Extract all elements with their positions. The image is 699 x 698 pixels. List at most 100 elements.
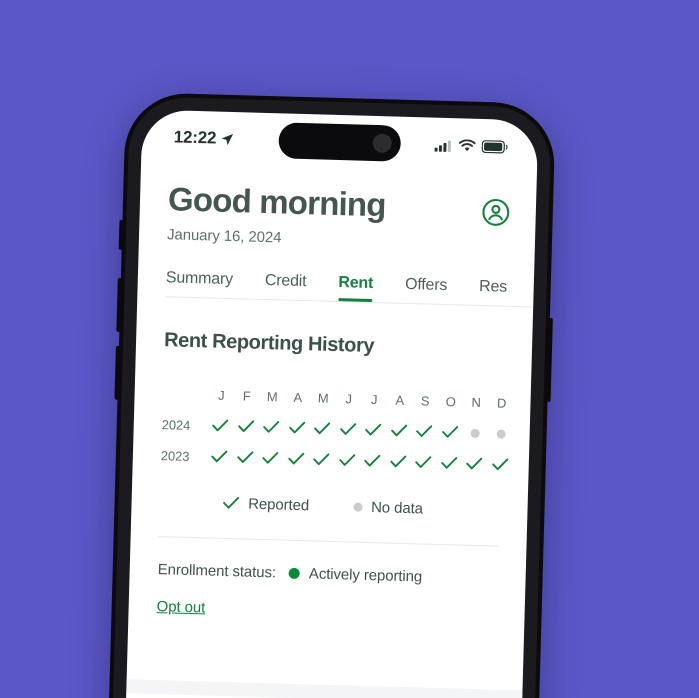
year-label: 2024 <box>161 416 191 433</box>
dot-icon <box>470 428 481 438</box>
check-icon <box>491 458 509 471</box>
dynamic-island <box>278 122 402 162</box>
app-content: Good morning January 16, 2024 Summary Cr… <box>126 163 537 698</box>
check-icon <box>237 420 254 433</box>
tab-summary[interactable]: Summary <box>165 269 234 298</box>
phone-screen: 12:22 Good morning January 16, 2024 Summ… <box>123 109 539 698</box>
wifi-icon <box>458 138 476 151</box>
check-icon <box>313 453 330 466</box>
legend-item-no-data: No data <box>352 498 423 517</box>
check-icon <box>364 455 381 467</box>
check-icon <box>339 454 356 466</box>
check-icon <box>314 422 331 435</box>
status-indicators <box>434 138 508 154</box>
check-icon <box>288 452 305 465</box>
history-cell <box>360 454 386 469</box>
history-cell <box>436 456 462 471</box>
tab-credit[interactable]: Credit <box>264 272 307 300</box>
month-label: S <box>420 393 430 409</box>
month-label: F <box>242 388 252 404</box>
history-cell <box>284 421 310 436</box>
month-label: J <box>217 387 225 403</box>
volume-up-button[interactable] <box>116 277 122 332</box>
status-time-text: 12:22 <box>173 127 217 148</box>
tab-rent[interactable]: Rent <box>338 274 373 302</box>
history-cell <box>208 419 234 434</box>
purple-backdrop: 12:22 Good morning January 16, 2024 Summ… <box>0 0 699 698</box>
page-title: Good morning <box>167 180 387 224</box>
month-label: A <box>293 389 303 405</box>
bottom-section-strip <box>126 679 523 698</box>
history-cell <box>437 425 463 440</box>
legend-item-reported: Reported <box>222 495 309 514</box>
location-arrow-icon <box>222 133 234 145</box>
year-label: 2023 <box>160 447 190 464</box>
check-icon <box>415 456 432 469</box>
status-bar: 12:22 <box>141 109 538 174</box>
month-label: J <box>345 390 353 407</box>
check-icon <box>237 451 254 464</box>
tab-resources[interactable]: Res <box>479 278 507 306</box>
month-label: M <box>317 390 329 406</box>
cellular-signal-icon <box>434 140 452 152</box>
history-cell <box>411 455 437 470</box>
history-cell <box>334 453 360 468</box>
dot-icon <box>496 429 506 439</box>
history-cell <box>259 420 285 435</box>
enrollment-status-label: Enrollment status: <box>157 560 277 582</box>
check-icon <box>222 497 239 509</box>
history-cell <box>411 424 437 439</box>
check-icon <box>441 426 458 438</box>
history-cell <box>385 455 411 470</box>
check-icon <box>263 421 280 433</box>
opt-out-link[interactable]: Opt out <box>156 598 205 616</box>
history-cell <box>487 457 513 472</box>
history-cell <box>386 424 412 439</box>
phone-device: 12:22 Good morning January 16, 2024 Summ… <box>106 92 556 698</box>
phone-frame: 12:22 Good morning January 16, 2024 Summ… <box>106 92 556 698</box>
history-cell <box>233 419 259 434</box>
check-icon <box>212 419 229 432</box>
history-cell <box>309 452 335 467</box>
history-cell <box>462 457 488 472</box>
history-cell <box>283 452 309 467</box>
battery-full-icon <box>481 139 508 154</box>
check-icon <box>390 424 407 437</box>
rent-history-grid: J F M A M J J A S O N D 2024 2023 <box>132 351 531 481</box>
check-icon <box>390 455 407 468</box>
check-icon <box>262 452 279 464</box>
status-badge <box>288 567 301 579</box>
enrollment-status-value: Actively reporting <box>308 564 423 586</box>
month-label: M <box>266 388 278 405</box>
check-icon <box>440 457 458 469</box>
month-header-spacer <box>163 393 209 394</box>
status-time: 12:22 <box>174 127 235 149</box>
month-label: N <box>471 394 482 410</box>
history-cell <box>258 451 284 466</box>
front-camera-icon <box>372 133 392 153</box>
power-button[interactable] <box>546 317 553 402</box>
month-label: D <box>496 395 507 411</box>
greeting-block: Good morning January 16, 2024 <box>167 180 387 249</box>
month-label: A <box>395 392 405 408</box>
history-cell <box>361 423 387 438</box>
silent-switch-button[interactable] <box>118 219 124 250</box>
month-label: J <box>370 391 378 407</box>
app-header: Good morning January 16, 2024 <box>139 163 537 253</box>
history-cell <box>335 422 361 437</box>
history-cell <box>207 450 233 465</box>
tab-bar: Summary Credit Rent Offers Res <box>137 242 534 306</box>
history-cell <box>463 428 489 438</box>
check-icon <box>339 423 356 435</box>
tab-offers[interactable]: Offers <box>405 276 448 304</box>
history-cell <box>488 429 514 439</box>
legend-label: Reported <box>247 495 310 514</box>
check-icon <box>211 450 228 463</box>
check-icon <box>466 457 483 470</box>
volume-down-button[interactable] <box>114 345 120 400</box>
check-icon <box>365 424 382 436</box>
account-circle-icon[interactable] <box>481 198 510 232</box>
section-title: Rent Reporting History <box>163 328 375 357</box>
history-cell <box>310 421 336 436</box>
month-label: O <box>445 393 457 409</box>
